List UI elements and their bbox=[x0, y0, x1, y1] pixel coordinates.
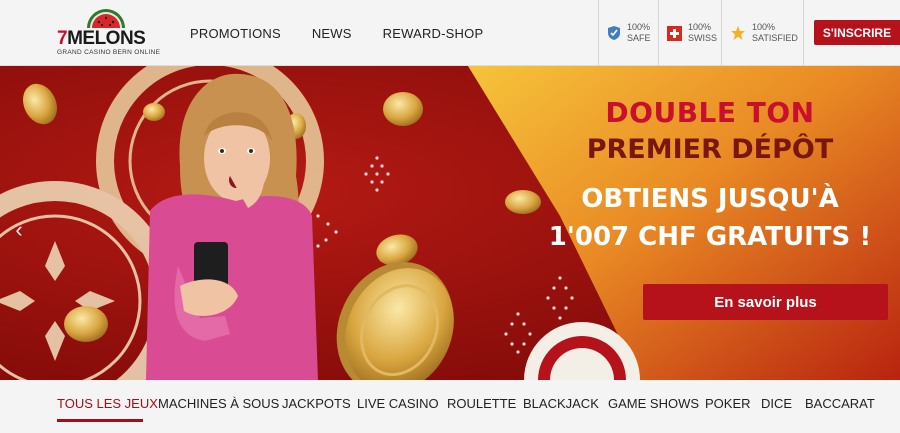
carousel-prev-button[interactable]: ‹ bbox=[10, 217, 28, 242]
swiss-flag-icon bbox=[667, 25, 682, 41]
nav-news[interactable]: NEWS bbox=[312, 26, 352, 41]
promo-offer-1: OBTIENS JUSQU'À bbox=[581, 184, 839, 214]
category-slots[interactable]: MACHINES À SOUS bbox=[158, 396, 279, 411]
logo[interactable]: 7MELONS GRAND CASINO BERN ONLINE bbox=[55, 6, 165, 60]
badge-swiss-label: SWISS bbox=[688, 33, 718, 43]
logo-tagline: GRAND CASINO BERN ONLINE bbox=[57, 49, 161, 56]
star-icon bbox=[730, 25, 746, 41]
game-category-bar: TOUS LES JEUX MACHINES À SOUS JACKPOTS L… bbox=[0, 380, 900, 433]
melon-icon bbox=[87, 9, 125, 28]
active-category-underline bbox=[57, 419, 143, 422]
site-header: 7MELONS GRAND CASINO BERN ONLINE PROMOTI… bbox=[0, 0, 900, 66]
promo-banner[interactable]: ‹ DOUBLE TON PREMIER DÉPÔT OBTIENS JUSQU… bbox=[0, 66, 900, 380]
main-nav: PROMOTIONS NEWS REWARD-SHOP bbox=[190, 0, 514, 66]
badge-safe-label: SAFE bbox=[627, 33, 651, 43]
category-live-casino[interactable]: LIVE CASINO bbox=[357, 396, 439, 411]
badge-safe-value: 100% bbox=[627, 22, 651, 32]
category-roulette[interactable]: ROULETTE bbox=[447, 396, 516, 411]
promo-offer-2: 1'007 CHF GRATUITS ! bbox=[548, 222, 872, 252]
badge-satisfied-label: SATISFIED bbox=[752, 33, 798, 43]
category-poker[interactable]: POKER bbox=[705, 396, 751, 411]
badge-swiss-value: 100% bbox=[688, 22, 712, 32]
badge-satisfied-value: 100% bbox=[752, 22, 776, 32]
badge-satisfied: 100% SATISFIED bbox=[721, 0, 804, 66]
category-blackjack[interactable]: BLACKJACK bbox=[523, 396, 599, 411]
promo-headline-2: PREMIER DÉPÔT bbox=[586, 134, 834, 165]
nav-promotions[interactable]: PROMOTIONS bbox=[190, 26, 281, 41]
category-jackpots[interactable]: JACKPOTS bbox=[282, 396, 351, 411]
learn-more-button[interactable]: En savoir plus bbox=[643, 284, 888, 320]
nav-reward-shop[interactable]: REWARD-SHOP bbox=[383, 26, 484, 41]
category-dice[interactable]: DICE bbox=[761, 396, 792, 411]
badge-safe: 100% SAFE bbox=[598, 0, 658, 66]
shield-icon bbox=[607, 25, 621, 41]
logo-wordmark: 7MELONS bbox=[57, 28, 146, 49]
badge-swiss: 100% SWISS bbox=[658, 0, 721, 66]
signup-button[interactable]: S'INSCRIRE bbox=[814, 20, 900, 45]
promo-headline-1: DOUBLE TON bbox=[605, 96, 815, 129]
category-game-shows[interactable]: GAME SHOWS bbox=[608, 396, 699, 411]
category-all-games[interactable]: TOUS LES JEUX bbox=[57, 396, 158, 411]
category-baccarat[interactable]: BACCARAT bbox=[805, 396, 875, 411]
trust-badges: 100% SAFE 100% SWISS 100% SATISFIED bbox=[598, 0, 804, 66]
